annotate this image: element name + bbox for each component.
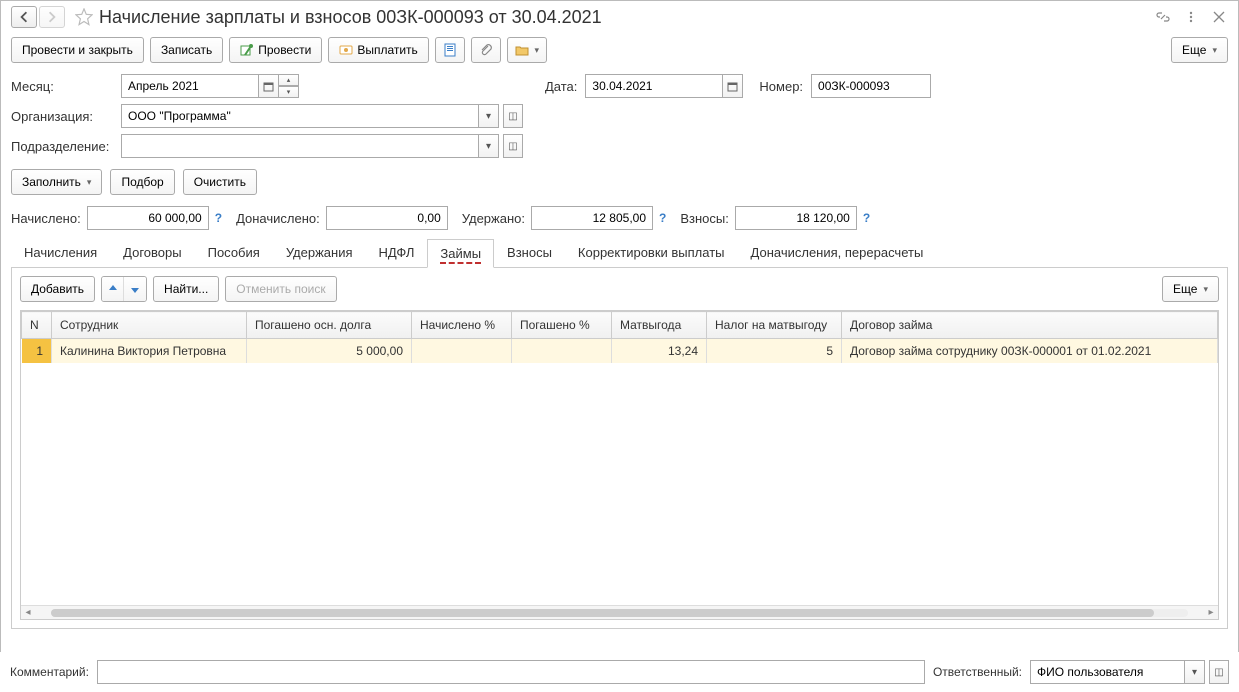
write-button[interactable]: Записать <box>150 37 223 63</box>
month-input[interactable] <box>121 74 259 98</box>
favorite-star-icon[interactable] <box>75 8 93 26</box>
post-button[interactable]: Провести <box>229 37 322 63</box>
cell[interactable]: Договор займа сотруднику 00ЗК-000001 от … <box>842 339 1218 364</box>
accrued-label: Начислено: <box>11 211 81 226</box>
cancel-find-button: Отменить поиск <box>225 276 336 302</box>
link-icon[interactable] <box>1154 8 1172 26</box>
dropdown-icon[interactable]: ▾ <box>1185 660 1205 684</box>
pick-button[interactable]: Подбор <box>110 169 174 195</box>
comment-input[interactable] <box>97 660 925 684</box>
nav-forward-button[interactable] <box>39 6 65 28</box>
find-button[interactable]: Найти... <box>153 276 219 302</box>
move-up-button[interactable] <box>102 277 124 301</box>
more-button-top[interactable]: Еще ▾ <box>1171 37 1228 63</box>
tab-5[interactable]: Займы <box>427 239 494 268</box>
withheld-label: Удержано: <box>462 211 525 226</box>
number-label: Номер: <box>759 79 803 94</box>
fill-button[interactable]: Заполнить ▾ <box>11 169 102 195</box>
move-row-buttons <box>101 276 147 302</box>
more-label-tab: Еще <box>1173 282 1197 296</box>
tab-2[interactable]: Пособия <box>195 238 273 267</box>
col-header[interactable]: Погашено % <box>512 312 612 339</box>
cell[interactable]: 13,24 <box>612 339 707 364</box>
dropdown-icon[interactable]: ▾ <box>479 104 499 128</box>
month-spin-up[interactable]: ▴ <box>279 74 299 86</box>
pay-button-label: Выплатить <box>357 43 418 57</box>
dept-input[interactable] <box>121 134 479 158</box>
additional-value[interactable] <box>326 206 448 230</box>
tab-1[interactable]: Договоры <box>110 238 194 267</box>
org-input[interactable] <box>121 104 479 128</box>
cell[interactable]: 1 <box>22 339 52 364</box>
month-spin-down[interactable]: ▾ <box>279 86 299 98</box>
contrib-label: Взносы: <box>680 211 729 226</box>
org-label: Организация: <box>11 109 113 124</box>
table-row[interactable]: 1Калинина Виктория Петровна5 000,00 13,24… <box>22 339 1218 364</box>
responsible-input[interactable] <box>1030 660 1185 684</box>
cell[interactable]: Калинина Виктория Петровна <box>52 339 247 364</box>
calendar-icon[interactable] <box>723 74 743 98</box>
open-ref-icon[interactable]: ◫ <box>503 104 523 128</box>
withheld-value[interactable] <box>531 206 653 230</box>
pay-button[interactable]: Выплатить <box>328 37 429 63</box>
responsible-label: Ответственный: <box>933 665 1022 679</box>
tab-3[interactable]: Удержания <box>273 238 366 267</box>
loans-table: NСотрудникПогашено осн. долгаНачислено %… <box>21 311 1218 363</box>
additional-label: Доначислено: <box>236 211 320 226</box>
cell[interactable]: 5 000,00 <box>247 339 412 364</box>
hint-icon[interactable]: ? <box>215 211 222 225</box>
add-row-button[interactable]: Добавить <box>20 276 95 302</box>
more-vertical-icon[interactable] <box>1182 8 1200 26</box>
tab-6[interactable]: Взносы <box>494 238 565 267</box>
more-button-tab[interactable]: Еще ▾ <box>1162 276 1219 302</box>
dept-label: Подразделение: <box>11 139 113 154</box>
dropdown-icon[interactable]: ▾ <box>479 134 499 158</box>
close-icon[interactable] <box>1210 8 1228 26</box>
open-ref-icon[interactable]: ◫ <box>1209 660 1229 684</box>
cell[interactable] <box>512 339 612 364</box>
col-header[interactable]: Погашено осн. долга <box>247 312 412 339</box>
scroll-right-icon[interactable]: ▸ <box>1204 607 1218 618</box>
tab-0[interactable]: Начисления <box>11 238 110 267</box>
report-button[interactable] <box>435 37 465 63</box>
horizontal-scrollbar[interactable]: ◂ ▸ <box>21 605 1218 619</box>
folder-button[interactable]: ▾ <box>507 37 547 63</box>
move-down-button[interactable] <box>124 277 146 301</box>
window-title: Начисление зарплаты и взносов 00ЗК-00009… <box>99 7 602 28</box>
chevron-down-icon: ▾ <box>1212 45 1217 56</box>
chevron-down-icon: ▾ <box>87 177 92 188</box>
contrib-value[interactable] <box>735 206 857 230</box>
comment-label: Комментарий: <box>10 665 89 679</box>
scroll-left-icon[interactable]: ◂ <box>21 607 35 618</box>
tab-7[interactable]: Корректировки выплаты <box>565 238 738 267</box>
post-and-close-button[interactable]: Провести и закрыть <box>11 37 144 63</box>
post-button-label: Провести <box>258 43 311 57</box>
number-input[interactable] <box>811 74 931 98</box>
col-header[interactable]: Договор займа <box>842 312 1218 339</box>
accrued-value[interactable] <box>87 206 209 230</box>
hint-icon[interactable]: ? <box>863 211 870 225</box>
clear-button[interactable]: Очистить <box>183 169 257 195</box>
col-header[interactable]: Начислено % <box>412 312 512 339</box>
chevron-down-icon: ▾ <box>535 45 540 56</box>
cell[interactable]: 5 <box>707 339 842 364</box>
col-header[interactable]: Налог на матвыгоду <box>707 312 842 339</box>
chevron-down-icon: ▾ <box>1203 284 1208 295</box>
fill-label: Заполнить <box>22 175 81 189</box>
month-label: Месяц: <box>11 79 113 94</box>
col-header[interactable]: Сотрудник <box>52 312 247 339</box>
col-header[interactable]: N <box>22 312 52 339</box>
more-label: Еще <box>1182 43 1206 57</box>
nav-back-button[interactable] <box>11 6 37 28</box>
tab-4[interactable]: НДФЛ <box>366 238 428 267</box>
open-ref-icon[interactable]: ◫ <box>503 134 523 158</box>
calendar-icon[interactable] <box>259 74 279 98</box>
attach-button[interactable] <box>471 37 501 63</box>
date-label: Дата: <box>545 79 577 94</box>
hint-icon[interactable]: ? <box>659 211 666 225</box>
cell[interactable] <box>412 339 512 364</box>
tab-8[interactable]: Доначисления, перерасчеты <box>738 238 937 267</box>
col-header[interactable]: Матвыгода <box>612 312 707 339</box>
date-input[interactable] <box>585 74 723 98</box>
